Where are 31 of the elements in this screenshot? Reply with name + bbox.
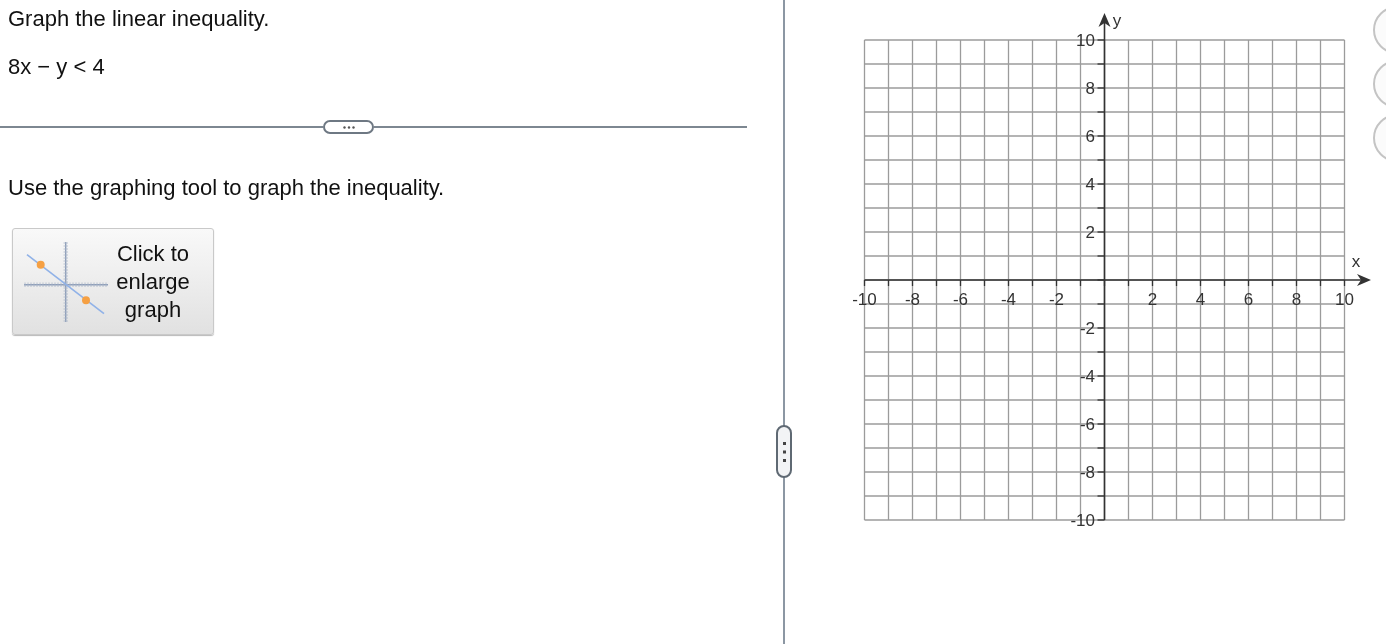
graph-thumbnail-icon	[24, 240, 108, 323]
y-tick-label: 2	[1085, 223, 1095, 242]
inequality-text: 8x − y < 4	[8, 55, 105, 79]
x-tick-label: -2	[1048, 290, 1065, 309]
expand-button[interactable]	[323, 120, 374, 134]
y-axis-label: y	[1112, 11, 1122, 30]
y-tick-label: 6	[1085, 127, 1095, 146]
x-tick-label: 8	[1291, 290, 1302, 309]
y-tick-label: 10	[1076, 31, 1095, 50]
y-tick-label: 8	[1085, 79, 1095, 98]
x-tick-label: 2	[1147, 290, 1158, 309]
x-tick-label: 10	[1335, 290, 1354, 309]
dots-icon	[342, 125, 355, 129]
question-text: Graph the linear inequality.	[8, 7, 270, 31]
x-tick-label: 4	[1195, 290, 1206, 309]
y-tick-label: -10	[1070, 511, 1095, 530]
resize-handle[interactable]	[776, 425, 792, 478]
grip-icon	[782, 441, 786, 462]
y-tick-label: 4	[1085, 175, 1095, 194]
y-tick-label: -4	[1079, 367, 1095, 386]
x-tick-label: -6	[952, 290, 969, 309]
x-axis-label: x	[1351, 252, 1361, 271]
x-tick-label: -8	[904, 290, 921, 309]
x-tick-label: -10	[852, 290, 877, 309]
enlarge-graph-button[interactable]: Click to enlarge graph	[12, 228, 214, 335]
instruction-text: Use the graphing tool to graph the inequality.	[8, 176, 445, 200]
y-tick-label: -2	[1079, 319, 1095, 338]
x-tick-label: 6	[1243, 290, 1254, 309]
y-tick-label: -6	[1079, 415, 1095, 434]
x-tick-label: -4	[1000, 290, 1017, 309]
y-tick-label: -8	[1079, 463, 1095, 482]
